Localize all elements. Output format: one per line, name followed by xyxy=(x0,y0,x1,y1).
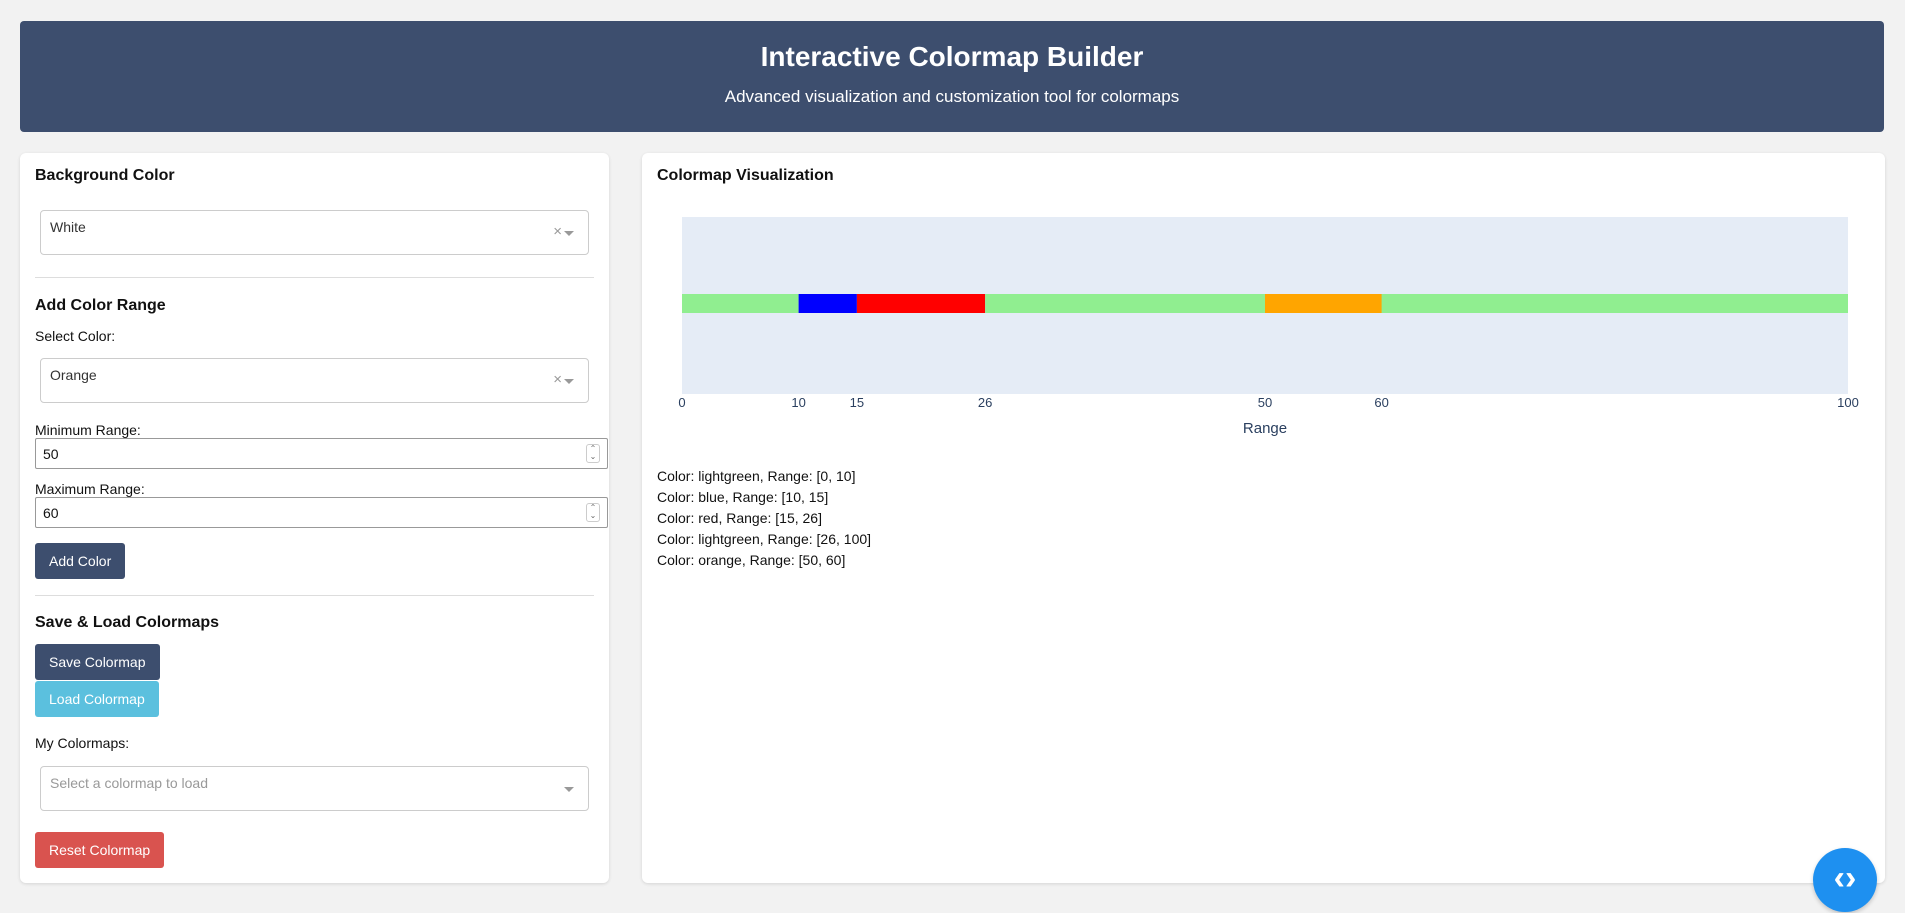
colormap-segment-lightgreen[interactable] xyxy=(682,294,799,313)
x-tick-label: 0 xyxy=(678,395,685,410)
spinner-icon[interactable]: ⌃ ⌄ xyxy=(586,444,600,463)
background-color-title: Background Color xyxy=(35,167,175,184)
segments xyxy=(682,294,1848,313)
controls-panel: Background Color White × Add Color Range… xyxy=(20,153,609,883)
x-axis-label: Range xyxy=(1243,420,1287,437)
colormap-segment-red[interactable] xyxy=(856,294,986,313)
save-load-title: Save & Load Colormaps xyxy=(35,614,220,631)
code-icon: ‹› xyxy=(1833,859,1857,897)
reset-colormap-button[interactable]: Reset Colormap xyxy=(35,832,165,868)
range-list-item: Color: orange, Range: [50, 60] xyxy=(657,552,846,568)
range-list-item: Color: blue, Range: [10, 15] xyxy=(657,489,829,505)
clear-icon[interactable]: × xyxy=(553,223,562,240)
x-tick-label: 10 xyxy=(791,395,805,410)
code-toggle-button[interactable]: ‹› xyxy=(1813,848,1877,912)
colormap-segment-blue[interactable] xyxy=(798,294,857,313)
x-axis-ticks: 0 10 15 26 50 60 100 xyxy=(678,395,1858,410)
x-tick-label: 15 xyxy=(850,395,864,410)
app-header: Interactive Colormap Builder Advanced vi… xyxy=(20,21,1884,132)
clear-icon[interactable]: × xyxy=(553,371,562,388)
divider xyxy=(35,277,594,278)
range-list-item: Color: red, Range: [15, 26] xyxy=(657,510,822,526)
my-colormaps-placeholder: Select a colormap to load xyxy=(50,775,208,791)
add-color-button[interactable]: Add Color xyxy=(35,543,126,579)
background-color-value: White xyxy=(50,219,86,235)
x-tick-label: 60 xyxy=(1374,395,1388,410)
add-color-range-title: Add Color Range xyxy=(35,297,166,314)
spinner-icon[interactable]: ⌃ ⌄ xyxy=(586,503,600,522)
minimum-range-label: Minimum Range: xyxy=(35,422,141,438)
maximum-range-label: Maximum Range: xyxy=(35,481,145,497)
app-subtitle: Advanced visualization and customization… xyxy=(724,87,1180,106)
app-title: Interactive Colormap Builder xyxy=(760,41,1144,72)
chevron-down-icon[interactable] xyxy=(564,231,574,236)
colormap-segment-lightgreen[interactable] xyxy=(985,294,1848,313)
minimum-range-value: 50 xyxy=(43,446,59,462)
range-list: Color: lightgreen, Range: [0, 10] Color: … xyxy=(657,466,871,571)
page: Interactive Colormap Builder Advanced vi… xyxy=(0,0,1905,913)
maximum-range-value: 60 xyxy=(43,505,59,521)
range-list-item: Color: lightgreen, Range: [26, 100] xyxy=(657,531,872,547)
x-tick-label: 100 xyxy=(1837,395,1859,410)
color-value: Orange xyxy=(50,367,97,383)
divider xyxy=(35,595,594,596)
minimum-range-input[interactable]: 50 ⌃ ⌄ xyxy=(35,438,608,469)
x-tick-label: 26 xyxy=(978,395,992,410)
x-tick-label: 50 xyxy=(1258,395,1272,410)
range-list-item: Color: lightgreen, Range: [0, 10] xyxy=(657,468,856,484)
select-color-label: Select Color: xyxy=(35,328,116,344)
background-color-dropdown[interactable]: White × xyxy=(40,210,589,255)
my-colormaps-label: My Colormaps: xyxy=(35,735,130,751)
colormap-chart: 0 10 15 26 50 60 100 Range xyxy=(678,217,1859,437)
load-colormap-button[interactable]: Load Colormap xyxy=(35,681,159,717)
colormap-segment-orange[interactable] xyxy=(1265,294,1382,313)
maximum-range-input[interactable]: 60 ⌃ ⌄ xyxy=(35,497,608,528)
save-colormap-button[interactable]: Save Colormap xyxy=(35,644,160,680)
visualization-panel: Colormap Visualization 0 10 15 26 50 60 100 Ra… xyxy=(642,153,1885,883)
chevron-down-icon[interactable] xyxy=(564,379,574,384)
chevron-down-icon[interactable] xyxy=(564,787,574,792)
color-dropdown[interactable]: Orange × xyxy=(40,358,589,403)
my-colormaps-dropdown[interactable]: Select a colormap to load xyxy=(40,766,589,811)
